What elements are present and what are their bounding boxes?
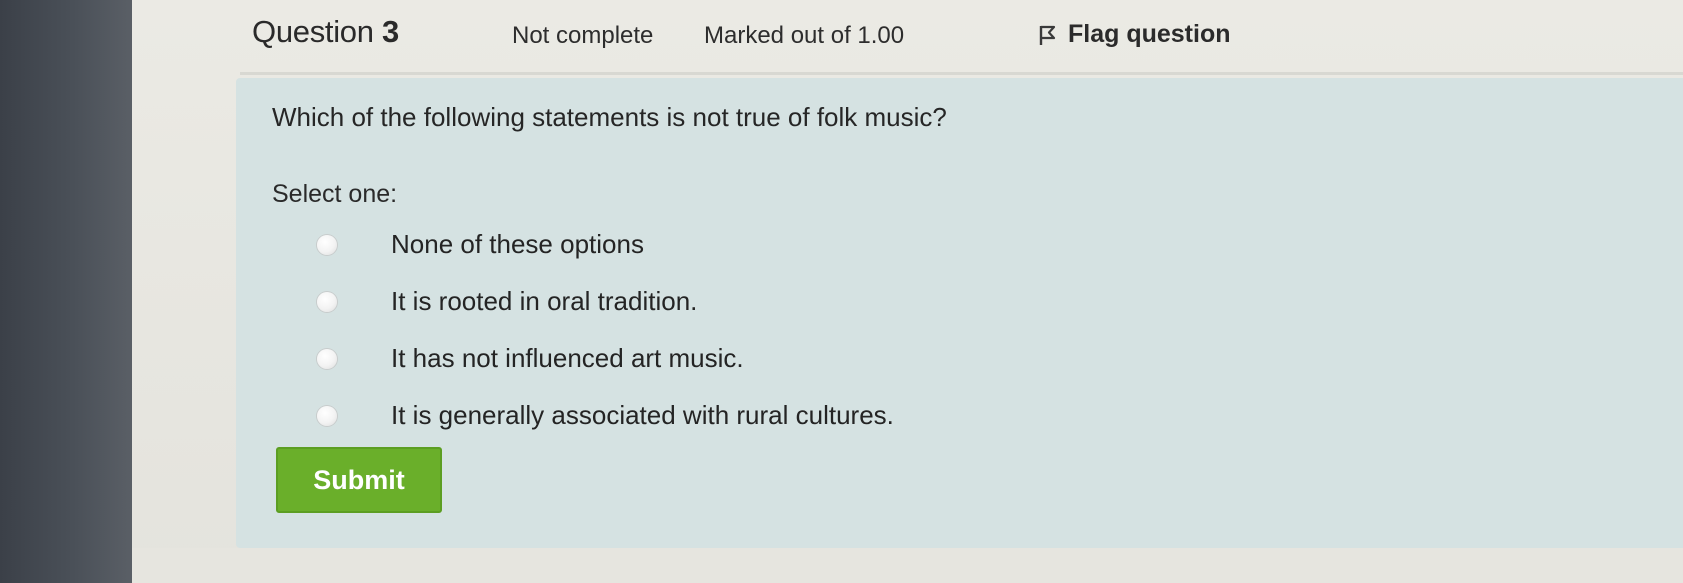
answer-label[interactable]: It is generally associated with rural cu… (391, 400, 894, 431)
left-dark-edge (0, 0, 132, 583)
header-divider (240, 72, 1683, 75)
question-number-heading: Question 3 (252, 14, 399, 50)
question-state: Not complete (512, 22, 654, 49)
question-grade: Marked out of 1.00 (704, 22, 905, 49)
radio-button[interactable] (317, 348, 337, 369)
answer-label[interactable]: None of these options (391, 229, 644, 260)
question-info-header: Question 3 Not complete Marked out of 1.… (252, 0, 1683, 72)
radio-button[interactable] (317, 405, 337, 426)
submit-button[interactable]: Submit (276, 447, 442, 513)
question-number: 3 (382, 14, 399, 49)
select-one-prompt: Select one: (272, 180, 398, 208)
question-label: Question (252, 14, 374, 49)
question-formulation: Which of the following statements is not… (236, 78, 1683, 548)
radio-button[interactable] (317, 291, 337, 312)
page-bottom-area (132, 548, 1683, 583)
flag-question-button[interactable]: Flag question (1038, 20, 1231, 49)
radio-button[interactable] (317, 234, 337, 255)
answer-label[interactable]: It has not influenced art music. (391, 343, 744, 374)
answer-label[interactable]: It is rooted in oral tradition. (391, 286, 697, 317)
flag-icon (1039, 25, 1056, 45)
flag-question-label: Flag question (1068, 20, 1231, 48)
question-text: Which of the following statements is not… (272, 102, 947, 132)
